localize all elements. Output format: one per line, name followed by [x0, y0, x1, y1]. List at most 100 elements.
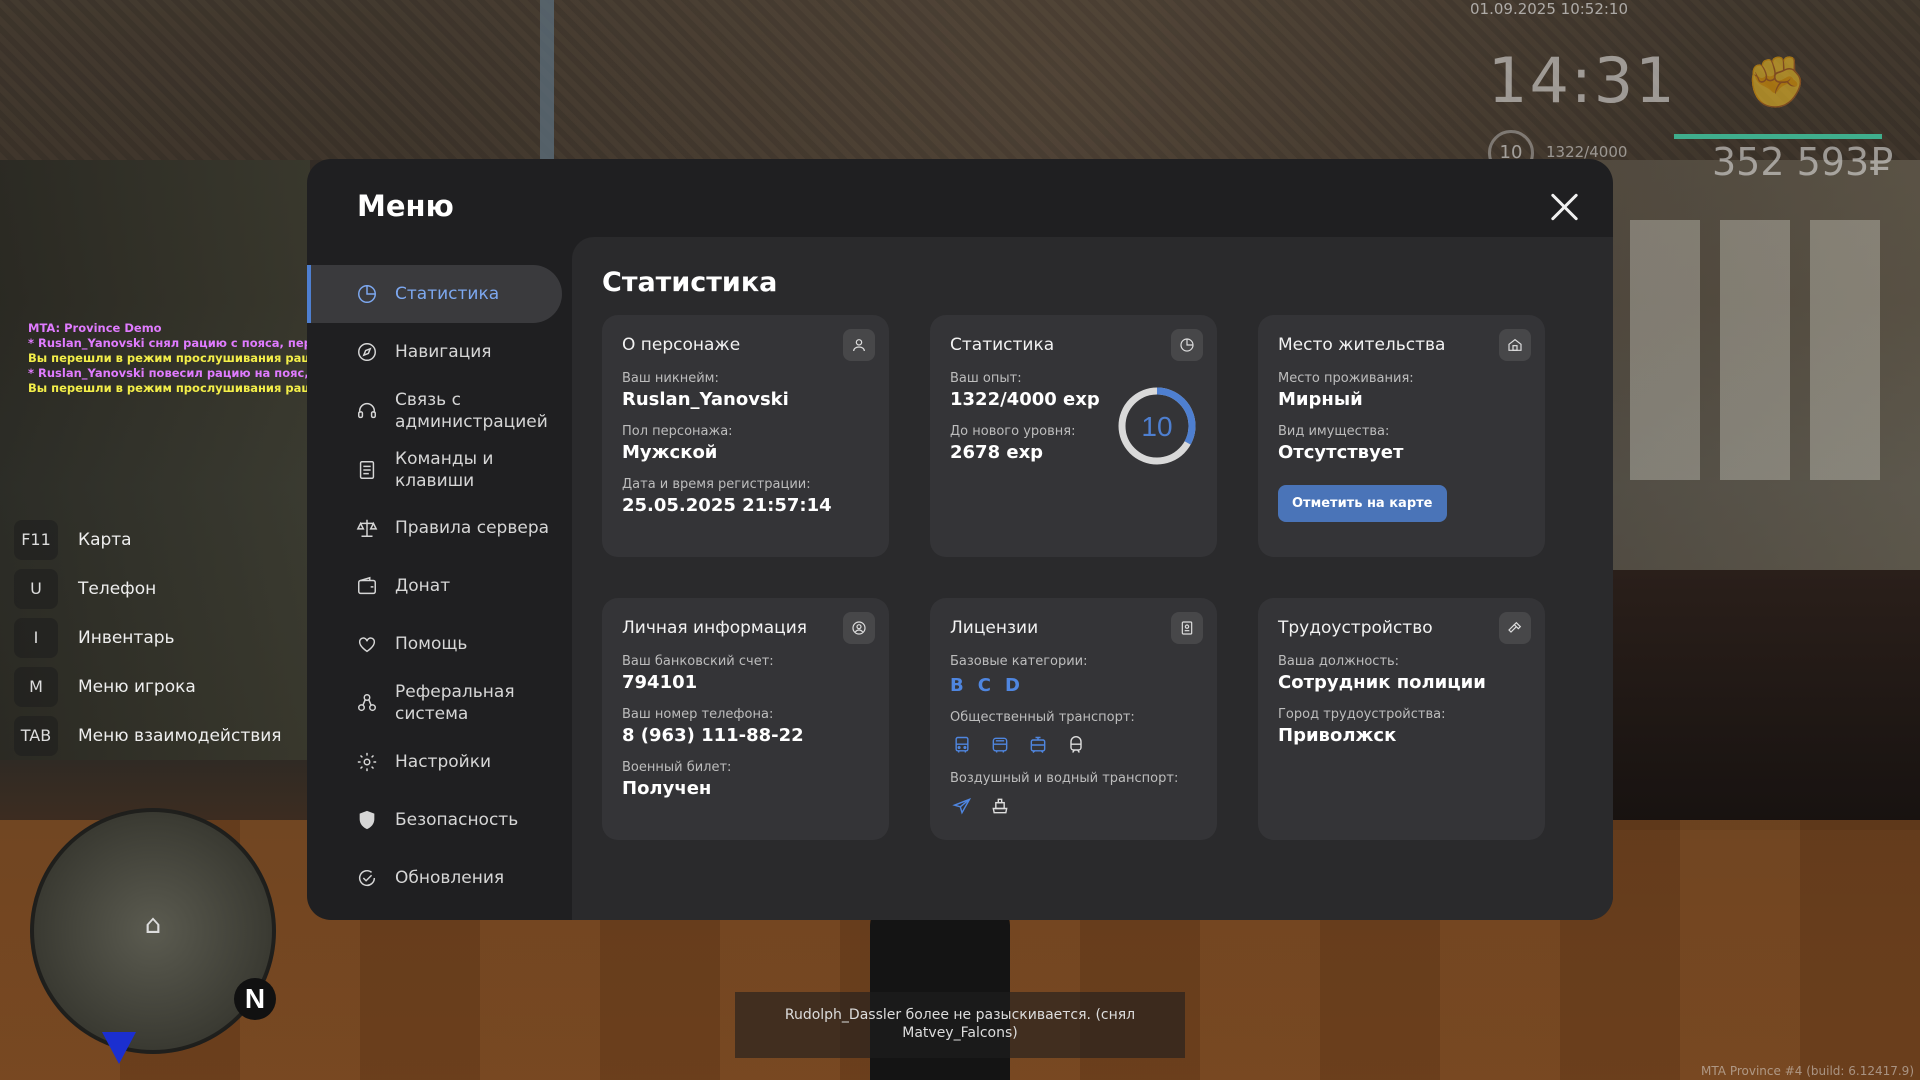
keybind-interaction-menu: TAB Меню взаимодействия	[14, 711, 282, 760]
registration-value: 25.05.2025 21:57:14	[622, 495, 832, 516]
key-badge: I	[14, 617, 58, 658]
document-icon	[355, 458, 379, 482]
background-sofa	[1560, 570, 1920, 830]
fist-weapon-icon: ✊	[1745, 53, 1808, 111]
bank-account-value: 794101	[622, 672, 698, 693]
keybind-inventory: I Инвентарь	[14, 613, 282, 662]
card-title: Статистика	[950, 335, 1055, 355]
phone-value: 8 (963) 111-88-22	[622, 725, 804, 746]
card-licenses: Лицензии Базовые категории: B C D Общест…	[930, 598, 1217, 840]
field-label: Дата и время регистрации:	[622, 477, 811, 492]
content-panel: Статистика О персонаже Ваш никнейм: Rusl…	[572, 237, 1613, 920]
home-icon	[1499, 329, 1531, 361]
gender-value: Мужской	[622, 442, 718, 463]
hud-clock: 14:31	[1488, 44, 1677, 117]
sidebar-item-navigation[interactable]: Навигация	[307, 323, 562, 381]
card-title: Личная информация	[622, 618, 808, 638]
user-circle-icon	[843, 612, 875, 644]
sidebar-item-label: Правила сервера	[395, 518, 550, 538]
subway-icon	[1064, 733, 1088, 757]
bus-icon	[950, 733, 974, 757]
sidebar-item-settings[interactable]: Настройки	[307, 733, 562, 791]
public-transport-icons	[950, 733, 1197, 757]
sidebar-item-referral[interactable]: Реферальная система	[307, 673, 562, 733]
hud-datetime: 01.09.2025 10:52:10	[1470, 0, 1629, 18]
keybind-map: F11 Карта	[14, 515, 282, 564]
sidebar-item-updates[interactable]: Обновления	[307, 849, 562, 907]
card-title: Трудоустройство	[1278, 618, 1433, 638]
build-info: MTA Province #4 (build: 6.12417.9)	[1701, 1064, 1914, 1078]
sidebar-item-label: Навигация	[395, 342, 492, 362]
keybind-hints: F11 Карта U Телефон I Инвентарь M Меню игрок…	[14, 515, 282, 760]
sidebar-item-help[interactable]: Помощь	[307, 615, 562, 673]
plane-icon	[950, 794, 974, 818]
military-id-value: Получен	[622, 778, 712, 799]
hud-health-bar	[1674, 134, 1882, 139]
card-title: О персонаже	[622, 335, 741, 355]
pie-chart-icon	[1171, 329, 1203, 361]
key-badge: TAB	[14, 715, 58, 756]
close-button[interactable]	[1545, 187, 1585, 227]
nickname-value: Ruslan_Yanovski	[622, 389, 789, 410]
background-pole	[540, 0, 554, 160]
tram-icon	[1026, 733, 1050, 757]
hammer-icon	[1499, 612, 1531, 644]
card-stats: Статистика Ваш опыт: 1322/4000 exp До но…	[930, 315, 1217, 557]
field-label: Вид имущества:	[1278, 424, 1390, 439]
menu-title: Меню	[357, 189, 454, 223]
menu-window: Меню Статистика Навигация Связь с админи…	[307, 159, 1613, 920]
sidebar-item-statistics[interactable]: Статистика	[307, 265, 562, 323]
field-label: Ваш номер телефона:	[622, 707, 774, 722]
sidebar-item-label: Безопасность	[395, 810, 519, 830]
sidebar-item-admin-contact[interactable]: Связь с администрацией	[307, 381, 562, 441]
field-label: Город трудоустройства:	[1278, 707, 1446, 722]
headset-icon	[355, 399, 379, 423]
field-label: Военный билет:	[622, 760, 732, 775]
license-category: C	[977, 675, 991, 696]
mark-on-map-button[interactable]: Отметить на карте	[1278, 485, 1447, 522]
field-label: Пол персонажа:	[622, 424, 733, 439]
referral-icon	[355, 691, 379, 715]
key-badge: F11	[14, 519, 58, 560]
ship-icon	[988, 794, 1012, 818]
level-progress-ring: 10	[1118, 387, 1196, 465]
sidebar-item-rules[interactable]: Правила сервера	[307, 499, 562, 557]
key-badge: M	[14, 666, 58, 707]
card-residence: Место жительства Место проживания: Мирны…	[1258, 315, 1545, 557]
license-document-icon	[1171, 612, 1203, 644]
field-label: Базовые категории:	[950, 654, 1088, 669]
sidebar-item-security[interactable]: Безопасность	[307, 791, 562, 849]
sidebar-item-label: Обновления	[395, 868, 505, 888]
compass-icon	[355, 340, 379, 364]
keybind-label: Инвентарь	[78, 627, 175, 648]
card-character: О персонаже Ваш никнейм: Ruslan_Yanovski…	[602, 315, 889, 557]
sidebar-item-commands[interactable]: Команды и клавиши	[307, 441, 562, 499]
sidebar-item-label: Помощь	[395, 634, 468, 654]
field-label: Место проживания:	[1278, 371, 1414, 386]
field-label: Ваш опыт:	[950, 371, 1022, 386]
field-label: Ваша должность:	[1278, 654, 1400, 669]
keybind-player-menu: M Меню игрока	[14, 662, 282, 711]
field-label: Ваш никнейм:	[622, 371, 719, 386]
key-badge: U	[14, 568, 58, 609]
trolleybus-icon	[988, 733, 1012, 757]
card-personal: Личная информация Ваш банковский счет: 7…	[602, 598, 889, 840]
keybind-label: Меню игрока	[78, 676, 196, 697]
level-number: 10	[1141, 411, 1172, 442]
residence-value: Мирный	[1278, 389, 1363, 410]
gear-icon	[355, 750, 379, 774]
air-water-transport-icons	[950, 794, 1197, 818]
keybind-label: Карта	[78, 529, 132, 550]
hud-money: 352 593₽	[1712, 140, 1894, 184]
field-label: Общественный транспорт:	[950, 710, 1135, 725]
field-label: Воздушный и водный транспорт:	[950, 771, 1179, 786]
license-category: D	[1004, 675, 1020, 696]
notification: Rudolph_Dassler более не разыскивается. …	[735, 992, 1185, 1058]
job-city-value: Приволжск	[1278, 725, 1397, 746]
license-categories: B C D	[950, 675, 1197, 696]
player-arrow-icon	[102, 1032, 136, 1064]
pie-chart-icon	[355, 282, 379, 306]
sidebar-item-donate[interactable]: Донат	[307, 557, 562, 615]
license-category: B	[950, 675, 964, 696]
field-label: Ваш банковский счет:	[622, 654, 774, 669]
